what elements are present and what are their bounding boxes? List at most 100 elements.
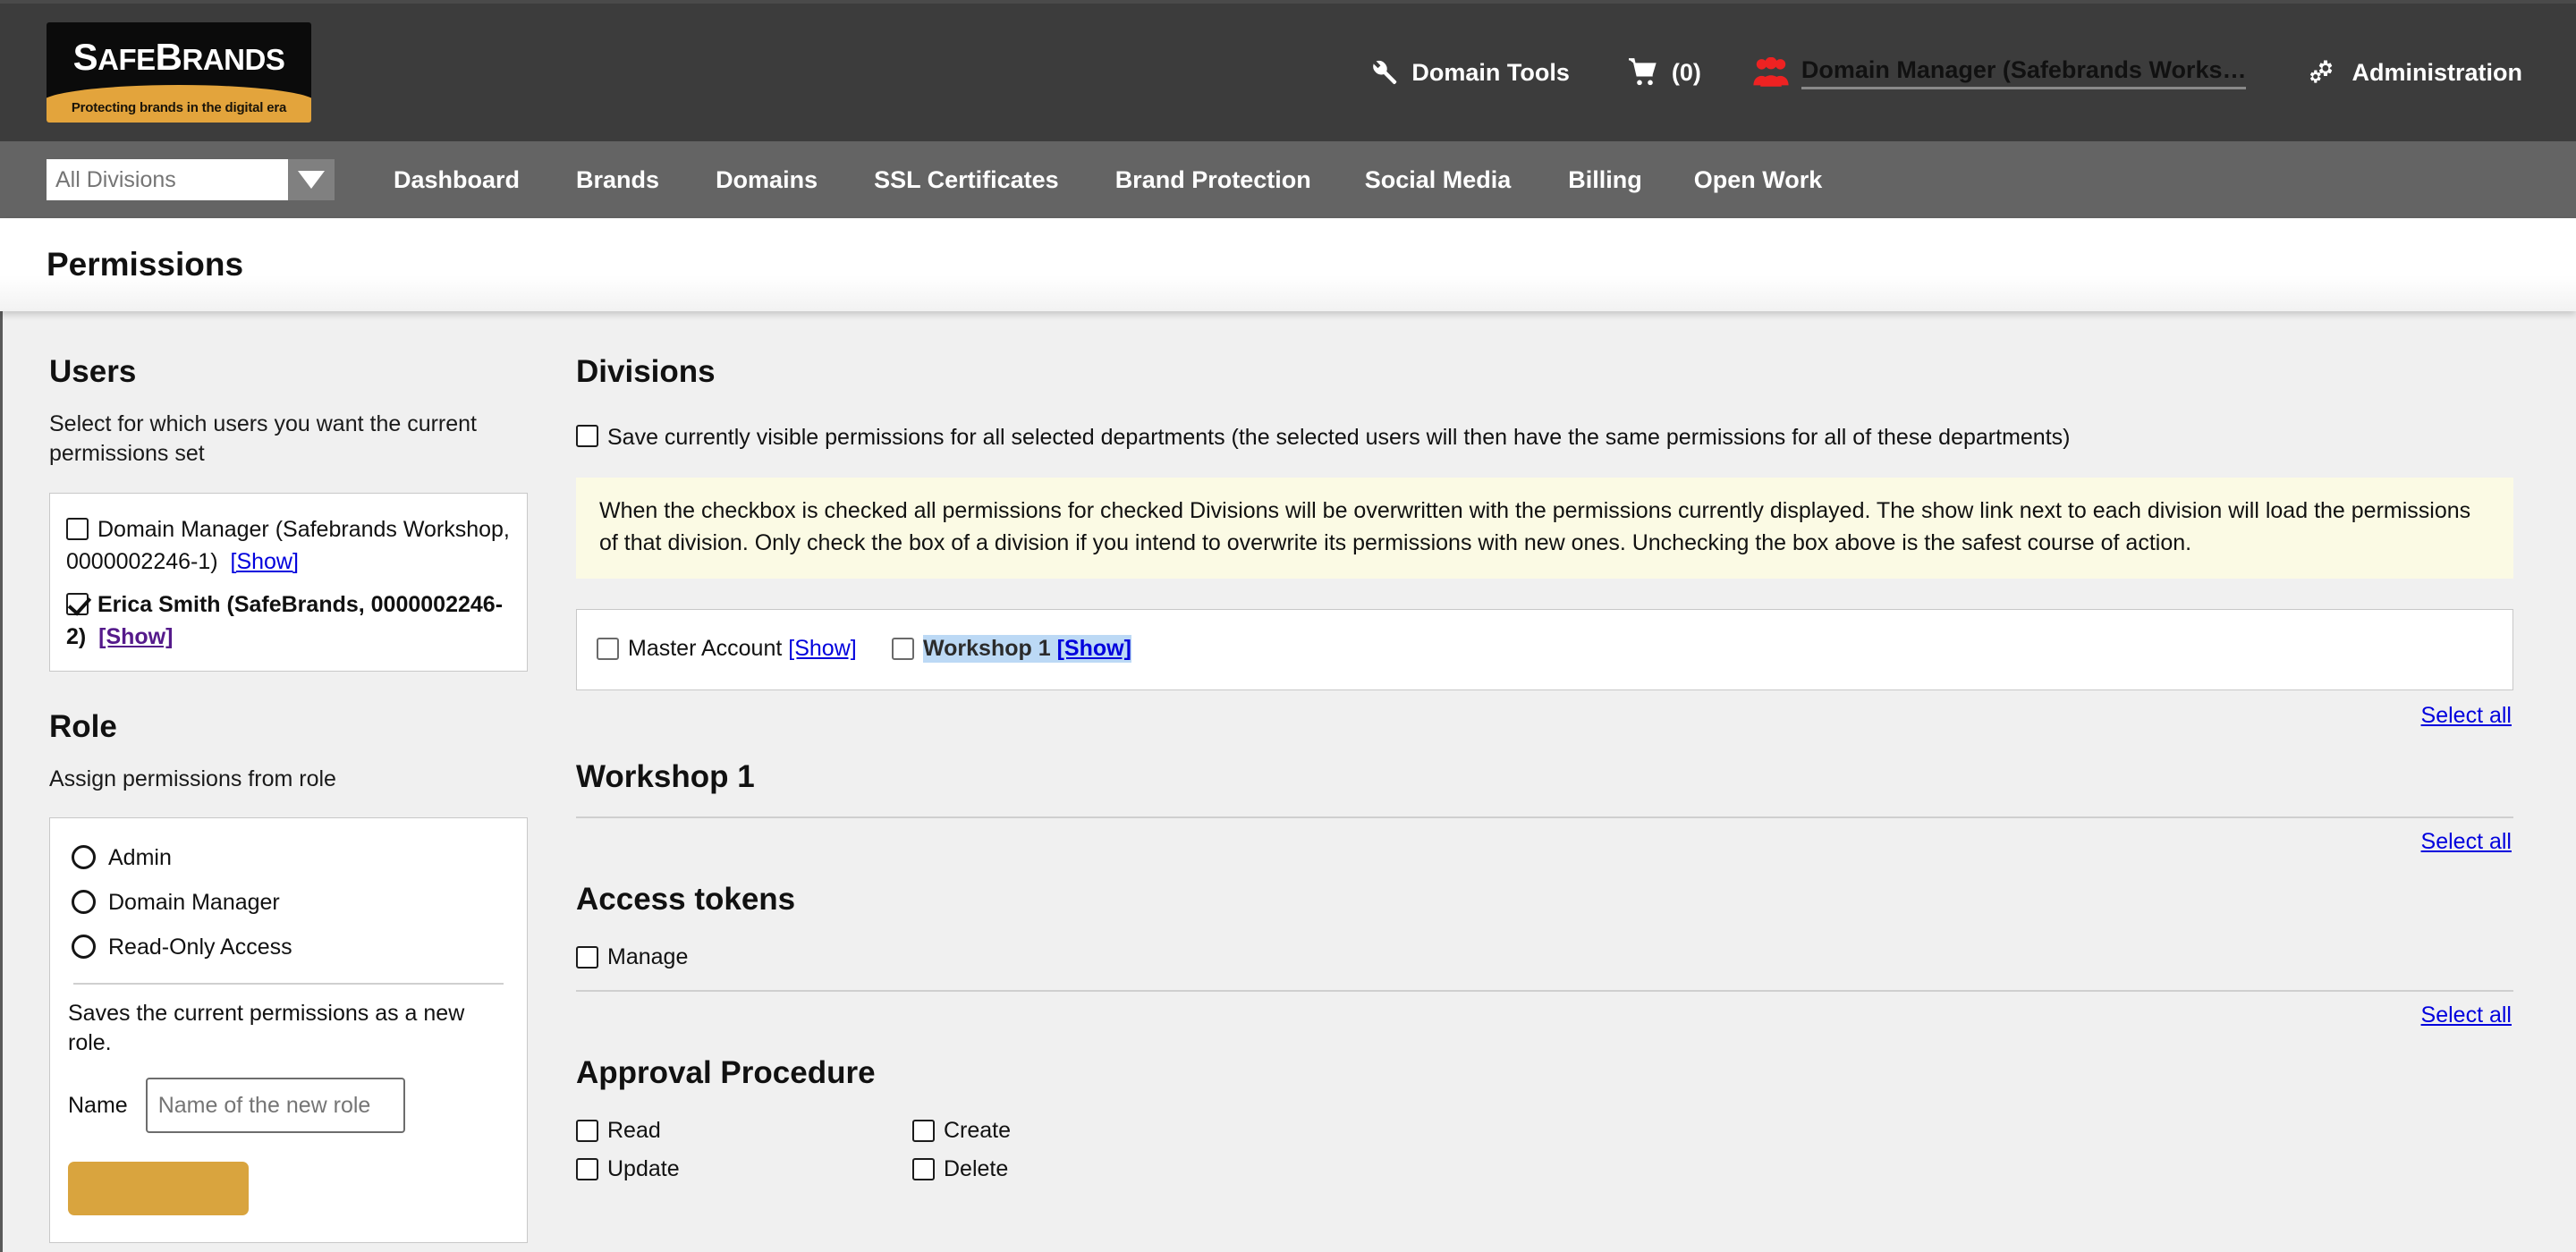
role-label: Read-Only Access: [108, 934, 292, 960]
permission-checkbox[interactable]: [912, 1158, 935, 1180]
user-checkbox[interactable]: [66, 592, 89, 615]
current-user-label: Domain Manager (Safebrands Works…: [1801, 56, 2247, 89]
chevron-down-icon: [298, 171, 325, 189]
permission-checkbox[interactable]: [576, 1158, 598, 1180]
role-label: Admin: [108, 844, 172, 870]
permission-delete[interactable]: Delete: [912, 1156, 1008, 1182]
role-option-read-only-access[interactable]: Read-Only Access: [66, 926, 511, 970]
division-show-link[interactable]: [Show]: [1057, 636, 1131, 661]
permission-label: Delete: [944, 1156, 1009, 1181]
save-all-departments-label: Save currently visible permissions for a…: [607, 425, 2071, 450]
select-all-workshop-link[interactable]: Select all: [2421, 829, 2512, 854]
users-description: Select for which users you want the curr…: [49, 411, 478, 467]
shopping-cart-icon: [1627, 58, 1659, 87]
role-panel: Admin Domain Manager Read-Only Access Sa…: [49, 816, 528, 1244]
division-dropdown-button[interactable]: [288, 159, 335, 200]
role-heading: Role: [49, 708, 117, 744]
menu-item-billing[interactable]: Billing: [1568, 166, 1642, 194]
logo-tagline: Protecting brands in the digital era: [71, 100, 287, 115]
role-divider: [73, 982, 504, 985]
select-all-access-tokens-link[interactable]: Select all: [2421, 1002, 2512, 1028]
gears-icon: [2305, 57, 2339, 88]
division-item-workshop-1[interactable]: Workshop 1 [Show]: [872, 635, 1131, 663]
page-content: Users Select for which users you want th…: [0, 311, 2576, 1252]
division-item-master-account[interactable]: Master Account [Show]: [577, 635, 872, 663]
divisions-heading: Divisions: [576, 354, 716, 389]
workshop-select-all-row: Select all: [576, 829, 2513, 855]
administration-button[interactable]: Administration: [2305, 57, 2522, 88]
logo-letters-rands: RANDS: [182, 43, 285, 76]
workshop-title: Workshop 1: [576, 759, 755, 794]
users-panel: Domain Manager (Safebrands Workshop, 000…: [49, 492, 528, 672]
role-name-label: Name: [68, 1092, 128, 1118]
top-bar: SAFEBRANDS Protecting brands in the digi…: [0, 0, 2576, 141]
role-radio[interactable]: [72, 889, 96, 914]
role-radio[interactable]: [72, 934, 96, 959]
save-role-button[interactable]: [68, 1162, 249, 1216]
permission-label: Create: [944, 1118, 1012, 1143]
user-show-link[interactable]: [Show]: [231, 549, 299, 574]
group-title-access-tokens: Access tokens: [576, 882, 796, 917]
divisions-main-panel: Divisions Save currently visible permiss…: [530, 311, 2576, 1252]
user-show-link[interactable]: [Show]: [98, 624, 173, 649]
role-name-row: Name: [66, 1078, 511, 1134]
menu-item-ssl-certificates[interactable]: SSL Certificates: [874, 166, 1059, 194]
permission-label: Read: [607, 1118, 661, 1143]
logo-letter-s: S: [72, 36, 98, 78]
administration-label: Administration: [2351, 58, 2522, 86]
select-all-divisions-link[interactable]: Select all: [2421, 703, 2512, 728]
menu-item-open-work[interactable]: Open Work: [1694, 166, 1823, 194]
domain-tools-button[interactable]: Domain Tools: [1368, 57, 1570, 88]
permission-row: Update Delete: [576, 1156, 2513, 1182]
role-option-admin[interactable]: Admin: [66, 836, 511, 881]
cart-count-label: (0): [1671, 58, 1701, 86]
permission-label: Update: [607, 1156, 680, 1181]
access-tokens-divider: [576, 990, 2513, 992]
permission-checkbox[interactable]: [912, 1120, 935, 1142]
page-title-band: Permissions: [0, 218, 2576, 311]
top-nav: Domain Tools (0) Domain Manager (Safebra…: [1368, 56, 2576, 89]
user-list-item[interactable]: Erica Smith (SafeBrands, 0000002246-2) […: [66, 588, 511, 653]
save-all-departments-row[interactable]: Save currently visible permissions for a…: [576, 424, 2513, 451]
role-radio[interactable]: [72, 844, 96, 869]
menu-item-brand-protection[interactable]: Brand Protection: [1115, 166, 1311, 194]
user-checkbox[interactable]: [66, 517, 89, 540]
divisions-warning-box: When the checkbox is checked all permiss…: [576, 478, 2513, 579]
user-list-item[interactable]: Domain Manager (Safebrands Workshop, 000…: [66, 513, 511, 578]
division-select-input[interactable]: [47, 159, 288, 200]
safebrands-logo[interactable]: SAFEBRANDS Protecting brands in the digi…: [47, 22, 311, 123]
permission-checkbox[interactable]: [576, 946, 598, 969]
role-save-note: Saves the current permissions as a new r…: [68, 1000, 465, 1055]
workshop-divider: [576, 816, 2513, 818]
current-user-button[interactable]: Domain Manager (Safebrands Works…: [1753, 56, 2247, 89]
menu-item-domains[interactable]: Domains: [716, 166, 818, 194]
menu-item-brands[interactable]: Brands: [576, 166, 659, 194]
permission-manage[interactable]: Manage: [576, 944, 912, 970]
permission-checkbox[interactable]: [576, 1120, 598, 1142]
role-label: Domain Manager: [108, 889, 280, 915]
divisions-select-all-row: Select all: [576, 703, 2513, 729]
permission-row: Read Create: [576, 1118, 2513, 1144]
division-checkbox[interactable]: [597, 638, 619, 660]
menu-item-dashboard[interactable]: Dashboard: [394, 166, 520, 194]
division-checkbox[interactable]: [892, 638, 914, 660]
permission-read[interactable]: Read: [576, 1118, 912, 1144]
permission-update[interactable]: Update: [576, 1156, 912, 1182]
division-label-selected: Workshop 1 [Show]: [923, 635, 1131, 663]
permission-create[interactable]: Create: [912, 1118, 1011, 1144]
logo-wordmark: SAFEBRANDS: [47, 38, 311, 76]
left-sidebar: Users Select for which users you want th…: [3, 311, 530, 1252]
division-selector[interactable]: [47, 159, 335, 200]
page-title: Permissions: [47, 246, 244, 283]
group-title-approval-procedure: Approval Procedure: [576, 1055, 876, 1090]
users-group-icon: [1753, 56, 1789, 88]
menu-items: Dashboard Brands Domains SSL Certificate…: [394, 166, 1822, 194]
save-all-departments-checkbox[interactable]: [576, 425, 598, 447]
division-show-link[interactable]: [Show]: [788, 636, 856, 662]
menu-item-social-media[interactable]: Social Media: [1365, 166, 1512, 194]
cart-button[interactable]: (0): [1627, 58, 1701, 87]
role-name-input[interactable]: [145, 1078, 405, 1134]
role-option-domain-manager[interactable]: Domain Manager: [66, 881, 511, 926]
division-label: Workshop 1: [923, 636, 1051, 661]
wrench-icon: [1368, 57, 1399, 88]
